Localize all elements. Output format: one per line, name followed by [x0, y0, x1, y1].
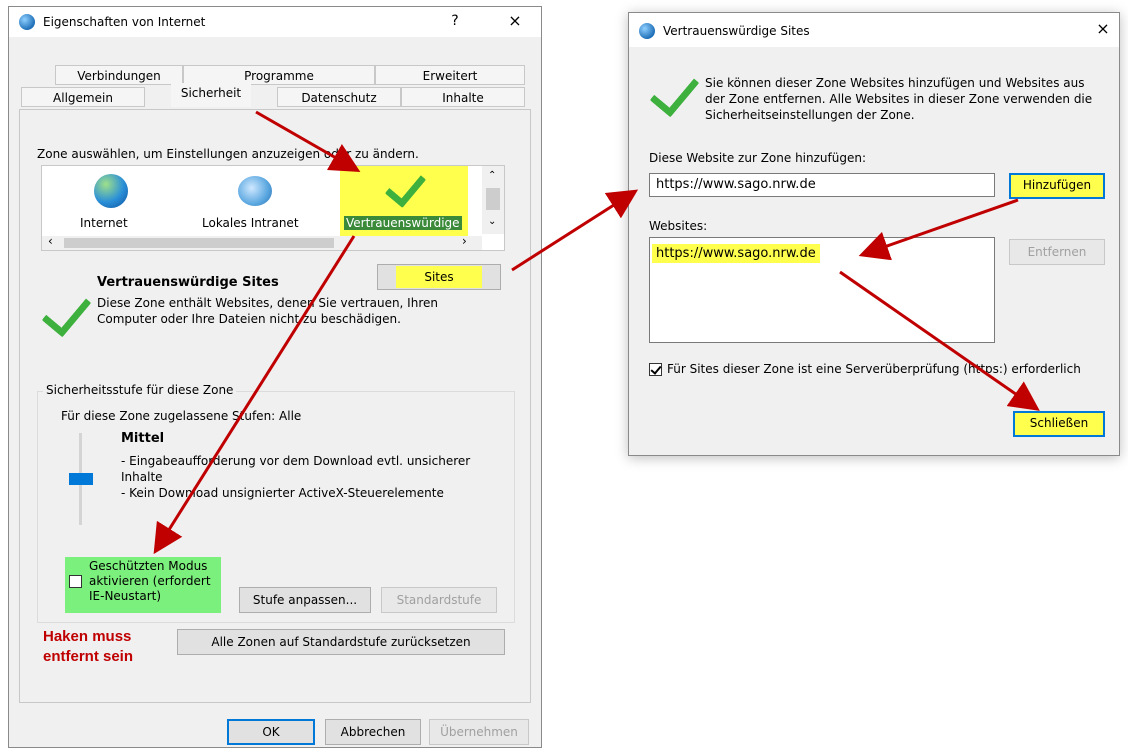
arrow-to-trusted-zone	[255, 110, 361, 172]
arrow-add-to-list	[858, 198, 1019, 261]
arrow-to-trusted-sites-dialog	[511, 189, 639, 272]
arrow-to-protected-mode	[153, 235, 356, 555]
annotation-arrows	[153, 110, 1040, 555]
arrow-to-close	[839, 270, 1040, 411]
